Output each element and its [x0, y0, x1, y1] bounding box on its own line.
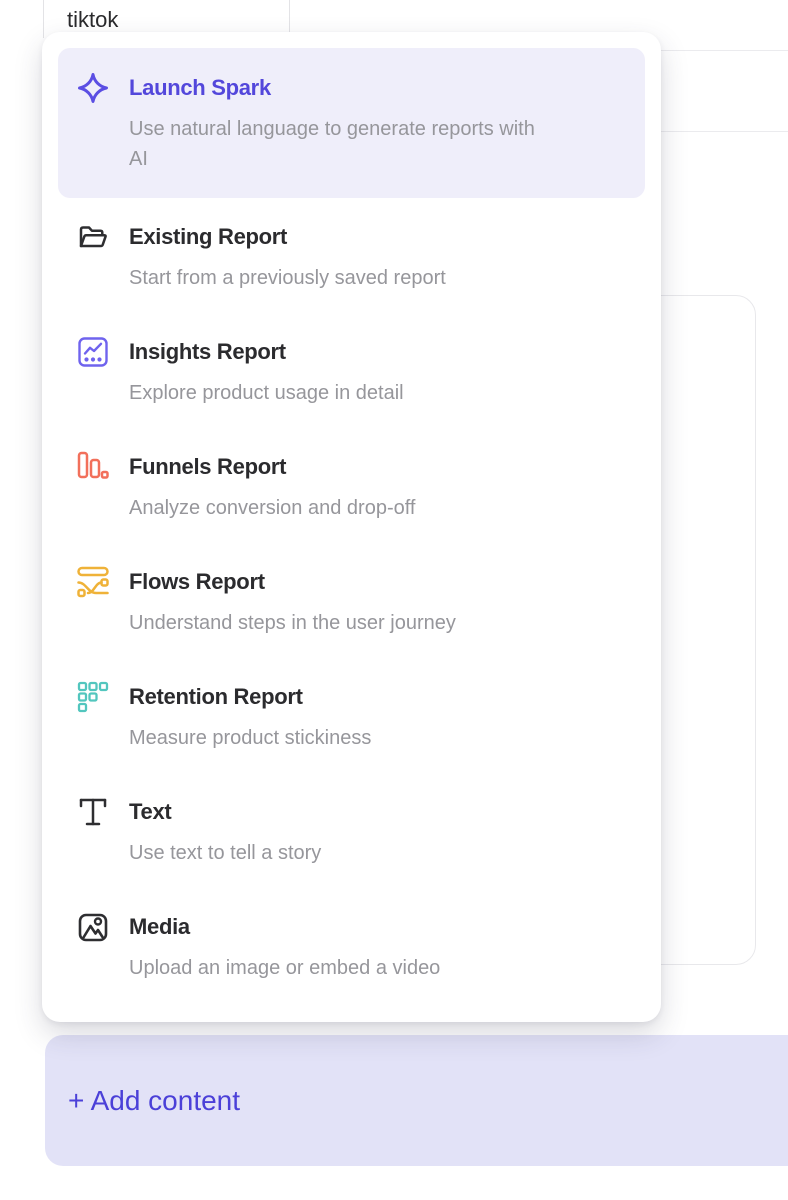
menu-item-launch-spark[interactable]: Launch Spark Use natural language to gen…: [58, 48, 645, 198]
menu-item-title: Existing Report: [129, 222, 446, 252]
retention-grid-icon: [76, 680, 110, 714]
menu-item-flows-report[interactable]: Flows Report Understand steps in the use…: [58, 567, 645, 638]
text-icon: [76, 795, 110, 829]
background-text-tiktok: tiktok: [67, 7, 118, 33]
media-icon: [76, 910, 110, 944]
background-row-divider: [650, 50, 788, 51]
menu-item-subtitle: Explore product usage in detail: [129, 378, 404, 408]
menu-item-subtitle: Use natural language to generate reports…: [129, 114, 535, 174]
menu-item-title: Retention Report: [129, 682, 371, 712]
add-content-button[interactable]: + Add content: [45, 1035, 788, 1166]
spark-icon: [76, 71, 110, 105]
menu-item-subtitle: Use text to tell a story: [129, 838, 321, 868]
menu-item-insights-report[interactable]: Insights Report Explore product usage in…: [58, 337, 645, 408]
menu-item-text[interactable]: Text Use text to tell a story: [58, 797, 645, 868]
menu-item-funnels-report[interactable]: Funnels Report Analyze conversion and dr…: [58, 452, 645, 523]
menu-item-title: Funnels Report: [129, 452, 415, 482]
menu-item-title: Text: [129, 797, 321, 827]
menu-item-subtitle: Upload an image or embed a video: [129, 953, 440, 983]
add-content-menu: Launch Spark Use natural language to gen…: [42, 32, 661, 1022]
menu-item-subtitle: Start from a previously saved report: [129, 263, 446, 293]
menu-item-title: Launch Spark: [129, 73, 535, 103]
menu-item-retention-report[interactable]: Retention Report Measure product stickin…: [58, 682, 645, 753]
menu-item-title: Insights Report: [129, 337, 404, 367]
funnel-bars-icon: [76, 450, 110, 484]
line-chart-icon: [76, 335, 110, 369]
menu-item-existing-report[interactable]: Existing Report Start from a previously …: [58, 222, 645, 293]
menu-item-subtitle: Measure product stickiness: [129, 723, 371, 753]
menu-item-title: Flows Report: [129, 567, 456, 597]
flows-icon: [76, 565, 110, 599]
background-row-divider: [650, 131, 788, 132]
background-card-edge: [43, 0, 44, 38]
open-folder-icon: [76, 220, 110, 254]
menu-item-media[interactable]: Media Upload an image or embed a video: [58, 912, 645, 983]
add-content-label: + Add content: [68, 1085, 240, 1117]
menu-item-subtitle: Understand steps in the user journey: [129, 608, 456, 638]
menu-item-subtitle: Analyze conversion and drop-off: [129, 493, 415, 523]
menu-item-title: Media: [129, 912, 440, 942]
